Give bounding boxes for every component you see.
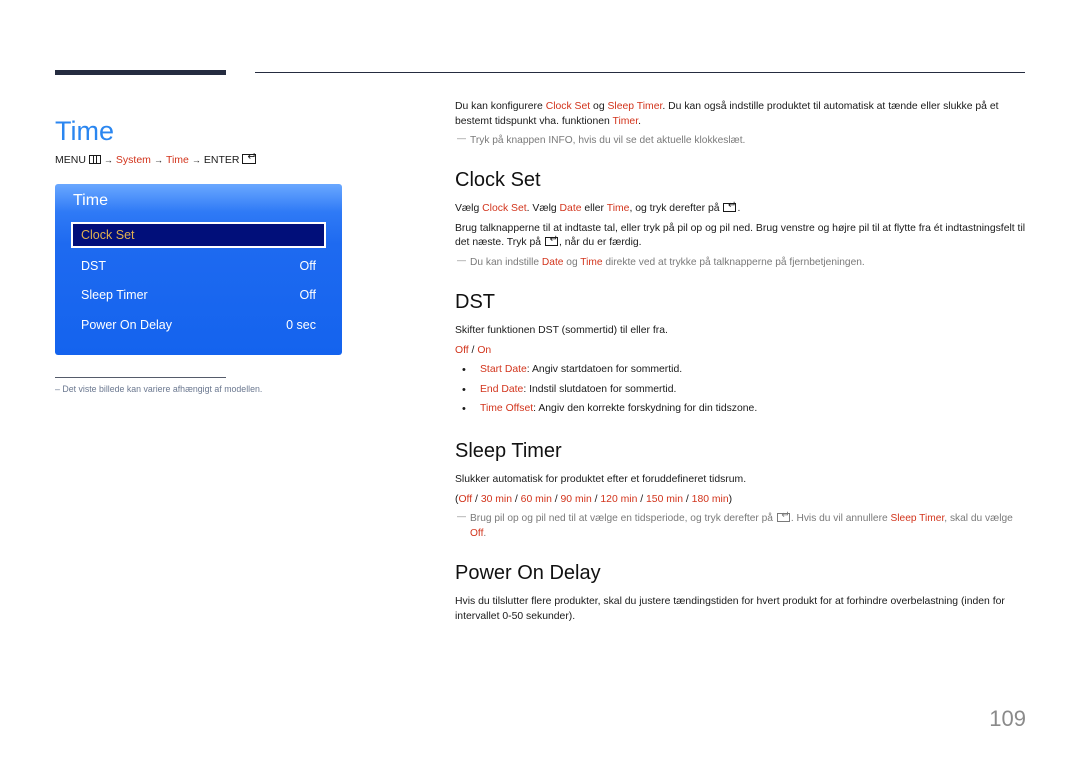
- osd-item-label: Clock Set: [81, 228, 135, 242]
- text: Du kan konfigurere: [455, 101, 546, 112]
- text: : Angiv den korrekte forskydning for din…: [533, 403, 758, 414]
- intro-section: Du kan konfigurere Clock Set og Sleep Ti…: [455, 100, 1027, 149]
- enter-icon: [242, 150, 257, 164]
- text: .: [638, 115, 641, 127]
- clock-set-paragraph-1: Vælg Clock Set. Vælg Date eller Time, og…: [455, 200, 1027, 217]
- option: 30 min: [480, 493, 512, 505]
- arrow-icon: →: [153, 155, 163, 165]
- clock-set-paragraph-2: Brug talknapperne til at indtaste tal, e…: [455, 222, 1027, 251]
- term-date: Date: [559, 203, 582, 214]
- breadcrumb-system: System: [115, 154, 151, 166]
- term: End Date: [480, 383, 524, 395]
- osd-item-label: Power On Delay: [81, 318, 173, 332]
- term-date: Date: [541, 256, 564, 268]
- osd-item-value: Off: [299, 288, 316, 302]
- arrow-icon: →: [191, 155, 201, 165]
- header-rule-thick: [55, 70, 226, 75]
- option-on: On: [477, 344, 492, 356]
- dst-heading: DST: [455, 291, 495, 313]
- term: Start Date: [480, 364, 527, 375]
- sleep-timer-options: (Off / 30 min / 60 min / 90 min / 120 mi…: [455, 493, 733, 505]
- dst-paragraph: Skifter funktionen DST (sommertid) til e…: [455, 325, 668, 336]
- sleep-timer-section: Sleep Timer Slukker automatisk for produ…: [455, 440, 1027, 541]
- osd-item-label: Sleep Timer: [81, 288, 148, 302]
- term-off: Off: [470, 527, 484, 539]
- breadcrumb-enter: ENTER: [203, 154, 240, 166]
- footnote-rule: [55, 377, 226, 378]
- osd-item-sleep-timer[interactable]: Sleep Timer Off: [71, 282, 326, 308]
- option: 180 min: [691, 493, 729, 505]
- breadcrumb: MENU → System → Time → ENTER: [55, 150, 257, 166]
- intro-note: Tryk på knappen INFO, hvis du vil se det…: [455, 131, 1027, 149]
- clock-set-heading: Clock Set: [455, 169, 541, 191]
- clock-set-section: Clock Set Vælg Clock Set. Vælg Date elle…: [455, 169, 1027, 270]
- list-item: Start Date: Angiv startdatoen for sommer…: [455, 363, 1027, 378]
- text: Vælg: [455, 203, 483, 214]
- power-on-delay-paragraph: Hvis du tilslutter flere produkter, skal…: [455, 596, 1005, 622]
- text: og: [590, 101, 608, 112]
- text: Brug pil op og pil ned til at vælge en t…: [470, 513, 776, 524]
- option: 120 min: [600, 493, 638, 505]
- header-rule-thin: [255, 72, 1025, 73]
- sleep-timer-heading: Sleep Timer: [455, 440, 562, 462]
- osd-title: Time: [73, 192, 108, 209]
- breadcrumb-time: Time: [165, 154, 189, 166]
- option: Off: [458, 493, 473, 505]
- option: 60 min: [520, 493, 552, 505]
- text: , når du er færdig.: [558, 237, 642, 248]
- page-title: Time: [55, 116, 114, 147]
- text: og: [563, 256, 581, 268]
- page-number: 109: [989, 706, 1026, 731]
- dst-bullet-list: Start Date: Angiv startdatoen for sommer…: [455, 363, 1027, 417]
- intro-paragraph: Du kan konfigurere Clock Set og Sleep Ti…: [455, 100, 1027, 129]
- text: eller: [581, 203, 607, 214]
- image-footnote: – Det viste billede kan variere afhængig…: [55, 384, 263, 394]
- text: . Vælg: [526, 203, 560, 214]
- clock-set-note: Du kan indstille Date og Time direkte ve…: [455, 253, 1027, 271]
- arrow-icon: →: [103, 155, 113, 165]
- osd-item-label: DST: [81, 259, 106, 273]
- term-clock-set: Clock Set: [482, 203, 527, 214]
- text: Du kan indstille: [470, 256, 542, 268]
- text: . Hvis du vil annullere: [790, 513, 891, 524]
- dst-options: Off / On: [455, 344, 1027, 359]
- option-off: Off: [455, 344, 469, 356]
- breadcrumb-menu: MENU: [55, 154, 86, 166]
- term-clock-set: Clock Set: [545, 101, 591, 112]
- option: 150 min: [646, 493, 683, 505]
- term-sleep-timer: Sleep Timer: [607, 101, 663, 112]
- list-item: End Date: Indstil slutdatoen for sommert…: [455, 383, 1027, 398]
- list-item: Time Offset: Angiv den korrekte forskydn…: [455, 402, 1027, 417]
- enter-icon: [544, 234, 558, 246]
- osd-item-power-on-delay[interactable]: Power On Delay 0 sec: [71, 312, 326, 338]
- sleep-timer-paragraph: Slukker automatisk for produktet efter e…: [455, 474, 747, 485]
- osd-time-menu: Time Clock Set DST Off Sleep Timer Off P…: [55, 184, 342, 355]
- enter-icon: [776, 510, 790, 522]
- text: : Indstil slutdatoen for sommertid.: [523, 383, 677, 395]
- text: Brug talknapperne til at indtaste tal, e…: [455, 222, 1026, 249]
- dst-section: DST Skifter funktionen DST (sommertid) t…: [455, 291, 1027, 422]
- term: Time Offset: [480, 403, 534, 414]
- text: direkte ved at trykke på talknapperne på…: [602, 256, 865, 268]
- osd-item-dst[interactable]: DST Off: [71, 253, 326, 279]
- text: , skal du vælge: [944, 513, 1013, 524]
- text: .: [737, 203, 741, 214]
- enter-icon: [723, 200, 737, 212]
- text: .: [483, 527, 487, 539]
- menu-grid-icon: [88, 155, 101, 164]
- osd-item-value: Off: [299, 259, 316, 273]
- term-time: Time: [580, 256, 603, 268]
- option: 90 min: [560, 493, 592, 505]
- term-time: Time: [606, 203, 630, 214]
- text: , og tryk derefter på: [629, 203, 723, 214]
- power-on-delay-heading: Power On Delay: [455, 562, 601, 584]
- text: : Angiv startdatoen for sommertid.: [526, 364, 683, 375]
- term-timer: Timer: [612, 115, 639, 127]
- power-on-delay-section: Power On Delay Hvis du tilslutter flere …: [455, 562, 1027, 624]
- osd-item-clock-set[interactable]: Clock Set: [71, 222, 326, 248]
- osd-item-value: 0 sec: [286, 318, 316, 332]
- term-sleep-timer: Sleep Timer: [890, 513, 945, 524]
- sleep-timer-note: Brug pil op og pil ned til at vælge en t…: [455, 509, 1027, 541]
